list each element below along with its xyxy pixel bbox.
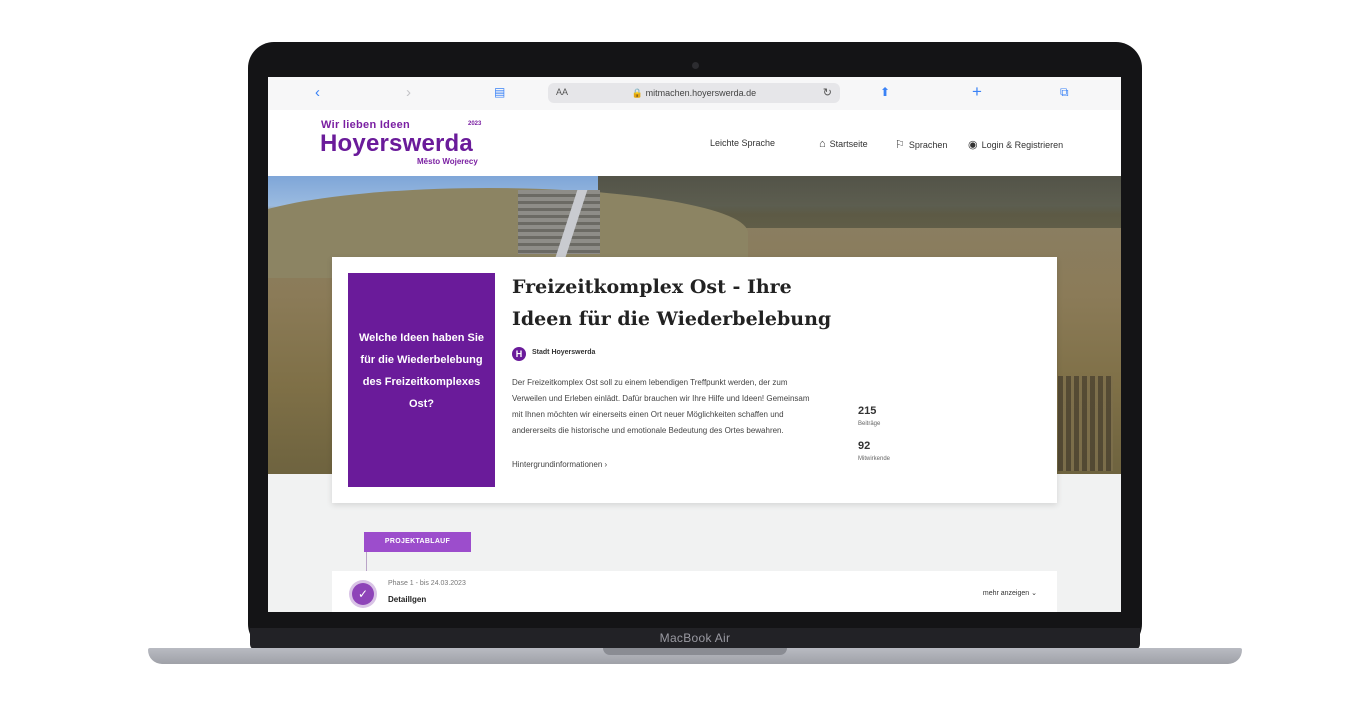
laptop-notch	[603, 648, 787, 655]
nav-languages[interactable]: ⚐ Sprachen	[895, 138, 947, 151]
device-label: MacBook Air	[659, 631, 731, 645]
phase-row[interactable]: ✓ Phase 1 - bis 24.03.2023 Detaillgen me…	[332, 571, 1057, 612]
stat-participants-label: Mitwirkende	[858, 456, 891, 462]
logo-year: 2023	[468, 121, 482, 127]
nav-label: Sprachen	[908, 139, 948, 150]
browser-screen: ‹ › ▤ AA 🔒 mitmachen.hoyerswerda.de ↻ ⬆ …	[268, 77, 1121, 612]
nav-home[interactable]: ⌂ Startseite	[819, 138, 868, 150]
organization-avatar: H	[512, 347, 526, 361]
chevron-right-icon[interactable]: ›	[406, 84, 411, 101]
camera	[692, 62, 699, 69]
reload-icon[interactable]: ↻	[823, 86, 832, 99]
stat-contributions-label: Beiträge	[858, 421, 881, 427]
nav-easy-language[interactable]: Leichte Sprache	[710, 138, 775, 148]
url-text: 🔒 mitmachen.hoyerswerda.de	[548, 88, 840, 99]
home-icon: ⌂	[819, 138, 826, 150]
plus-icon[interactable]: +	[972, 82, 982, 102]
timeline-tag: PROJEKTABLAUF	[364, 532, 471, 552]
logo-subtitle: Město Wojerecy	[417, 157, 478, 166]
nav-label: Leichte Sprache	[710, 138, 776, 148]
hero-posts	[1058, 376, 1113, 471]
logo[interactable]: Hoyerswerda	[320, 130, 473, 158]
show-more-button[interactable]: mehr anzeigen ⌄	[983, 589, 1037, 597]
site-header: Wir lieben Ideen 2023 Hoyerswerda Město …	[268, 110, 1121, 176]
project-title: Freizeitkomplex Ost - Ihre Ideen für die…	[512, 276, 832, 330]
phase-date: Phase 1 - bis 24.03.2023	[388, 580, 466, 587]
phase-name: Detaillgen	[388, 595, 427, 604]
phase-status: ✓	[349, 580, 377, 608]
chevron-down-icon: ⌄	[1031, 590, 1037, 597]
organization-name[interactable]: Stadt Hoyerswerda	[532, 349, 595, 356]
laptop-chin: MacBook Air	[250, 628, 1140, 650]
nav-label: Startseite	[829, 139, 868, 149]
stat-participants-value: 92	[858, 440, 871, 452]
lock-icon: 🔒	[631, 88, 644, 98]
user-circle-icon: ◉	[968, 139, 978, 151]
book-icon[interactable]: ▤	[494, 85, 505, 99]
chevron-left-icon[interactable]: ‹	[315, 84, 320, 101]
timeline-line	[366, 552, 367, 572]
flag-icon: ⚐	[895, 139, 905, 151]
question-text: Welche Ideen haben Sie für die Wiederbel…	[358, 332, 485, 410]
background-info-link[interactable]: Hintergrundinformationen ›	[512, 460, 607, 469]
stat-contributions-value: 215	[858, 405, 877, 417]
url-bar[interactable]: AA 🔒 mitmachen.hoyerswerda.de ↻	[548, 83, 840, 103]
share-icon[interactable]: ⬆	[880, 85, 890, 99]
question-box: Welche Ideen haben Sie für die Wiederbel…	[348, 273, 495, 487]
show-more-label: mehr anzeigen	[982, 590, 1030, 597]
project-card: Welche Ideen haben Sie für die Wiederbel…	[332, 257, 1057, 503]
nav-label: Login & Registrieren	[981, 139, 1064, 150]
project-description: Der Freizeitkomplex Ost soll zu einem le…	[512, 378, 810, 435]
check-icon: ✓	[352, 583, 374, 605]
url-value: mitmachen.hoyerswerda.de	[645, 88, 757, 98]
browser-toolbar: ‹ › ▤ AA 🔒 mitmachen.hoyerswerda.de ↻ ⬆ …	[268, 77, 1121, 111]
tabs-icon[interactable]: ⧉	[1060, 85, 1069, 100]
nav-login[interactable]: ◉ Login & Registrieren	[968, 138, 1063, 151]
